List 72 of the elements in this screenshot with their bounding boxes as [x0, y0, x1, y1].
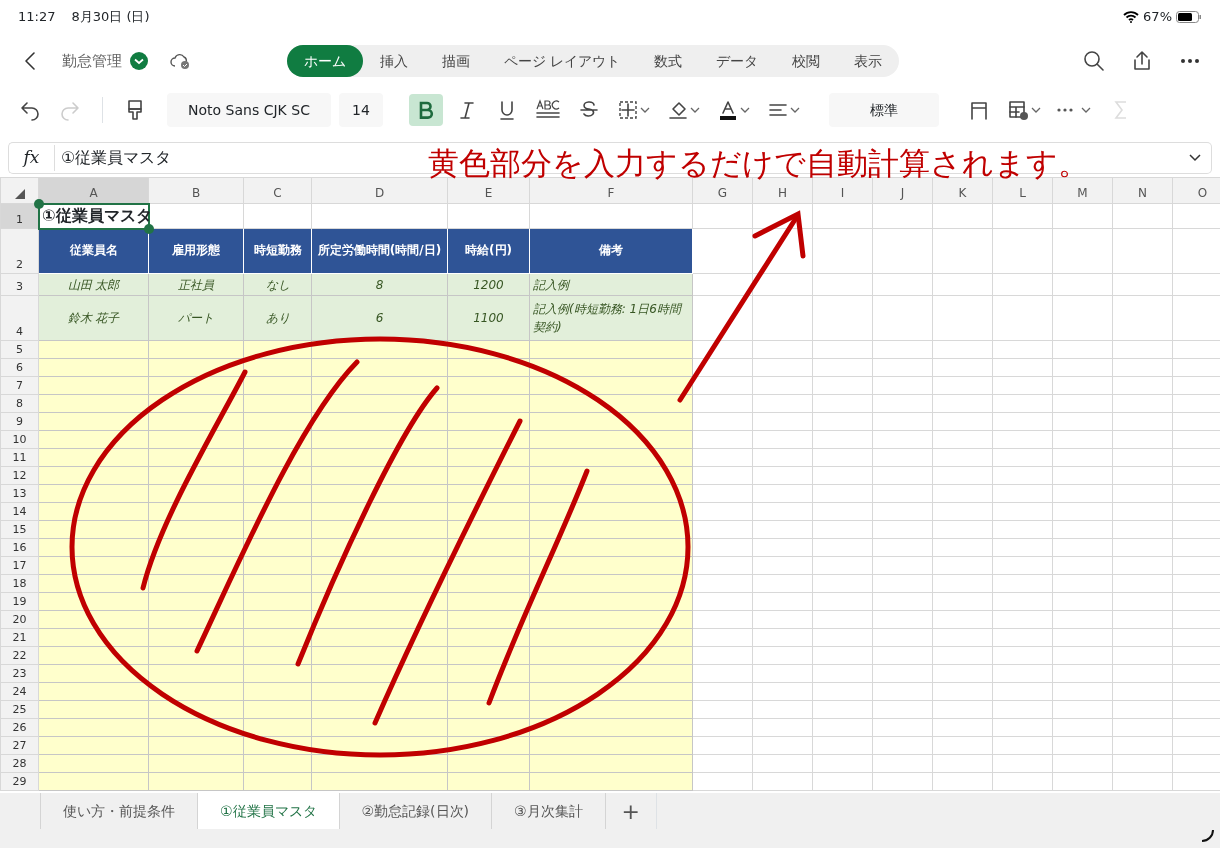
ribbon-tab[interactable]: データ	[699, 45, 776, 77]
column-heading: 備考	[529, 228, 693, 274]
ribbon-tab[interactable]: 挿入	[363, 45, 425, 77]
ribbon-tab[interactable]: 数式	[637, 45, 700, 77]
column-heading: 時給(円)	[447, 228, 530, 274]
sheet-tab[interactable]: ①従業員マスタ	[197, 793, 339, 829]
status-time: 11:27	[18, 8, 56, 27]
font-name-field[interactable]: Noto Sans CJK SC	[167, 93, 331, 127]
undo-icon	[19, 99, 41, 121]
table-cell: 鈴木 花子	[38, 295, 149, 341]
column-header[interactable]: O	[1172, 177, 1220, 204]
fill-color-icon	[667, 99, 701, 121]
column-heading: 所定労働時間(時間/日)	[311, 228, 448, 274]
sheet-tab[interactable]: ②勤怠記録(日次)	[338, 793, 492, 829]
redo-icon	[59, 99, 81, 121]
row-header[interactable]: 1	[0, 203, 39, 229]
column-header[interactable]: C	[243, 177, 312, 204]
chevron-down-icon	[1188, 153, 1202, 163]
selection-frame[interactable]	[34, 199, 154, 234]
ribbon-tab[interactable]: ページ レイアウト	[487, 45, 638, 77]
share-icon	[1131, 50, 1153, 72]
autosum-icon	[1114, 99, 1128, 121]
column-header[interactable]: G	[692, 177, 753, 204]
row-header[interactable]: 4	[0, 295, 39, 341]
ribbon-tab[interactable]: ホーム	[287, 45, 363, 77]
search-icon	[1083, 50, 1105, 72]
more-options-icon	[1057, 106, 1093, 114]
table-format-icon	[1007, 99, 1041, 121]
resize-grip-icon	[1200, 828, 1214, 842]
function-label: fx	[9, 145, 55, 171]
add-sheet-button[interactable]: +	[604, 793, 658, 829]
formula-bar[interactable]: fx ①従業員マスタ	[8, 142, 420, 174]
wrap-text-icon	[968, 99, 990, 121]
document-title: 勤怠管理	[62, 50, 122, 72]
column-heading: 時短勤務	[243, 228, 312, 274]
annotation-text: 黄色部分を入力するだけで自動計算されます。	[428, 147, 1089, 180]
ribbon-tab[interactable]: 表示	[837, 45, 900, 77]
battery-percent: 67%	[1143, 8, 1172, 27]
column-header[interactable]: N	[1112, 177, 1173, 204]
font-size-field[interactable]: 14	[339, 93, 383, 127]
column-header[interactable]: K	[932, 177, 993, 204]
table-cell: 記入例	[529, 273, 693, 296]
battery-icon	[1176, 11, 1202, 23]
table-cell: 1100	[447, 295, 530, 341]
table-cell: 記入例(時短勤務: 1日6時間契約)	[529, 295, 693, 341]
spell-check-icon	[535, 99, 561, 121]
more-icon	[1181, 59, 1199, 63]
back-icon	[24, 51, 36, 71]
status-date: 8月30日 (日)	[71, 8, 150, 27]
column-header[interactable]: J	[872, 177, 933, 204]
table-cell: 8	[311, 273, 448, 296]
ribbon-tab[interactable]: 描画	[425, 45, 487, 77]
column-heading: 雇用形態	[148, 228, 244, 274]
table-cell: パート	[148, 295, 244, 341]
sheet-tab[interactable]: ③月次集計	[491, 793, 605, 829]
column-header[interactable]: I	[812, 177, 873, 204]
column-heading: 従業員名	[38, 228, 149, 274]
ribbon-tab[interactable]: 校閲	[775, 45, 838, 77]
column-header[interactable]: A	[38, 177, 149, 204]
borders-icon	[617, 99, 651, 121]
cloud-icon	[170, 52, 192, 70]
font-color-icon	[717, 99, 751, 121]
formula-value: ①従業員マスタ	[60, 147, 172, 169]
row-header[interactable]: 3	[0, 273, 39, 296]
table-cell: あり	[243, 295, 312, 341]
number-format-field[interactable]: 標準	[829, 93, 939, 127]
row-header[interactable]: 2	[0, 228, 39, 274]
column-header[interactable]: M	[1052, 177, 1113, 204]
select-all-icon[interactable]	[14, 188, 25, 199]
column-header[interactable]: B	[148, 177, 244, 204]
wifi-icon	[1123, 11, 1140, 23]
bold-button[interactable]	[409, 94, 443, 126]
